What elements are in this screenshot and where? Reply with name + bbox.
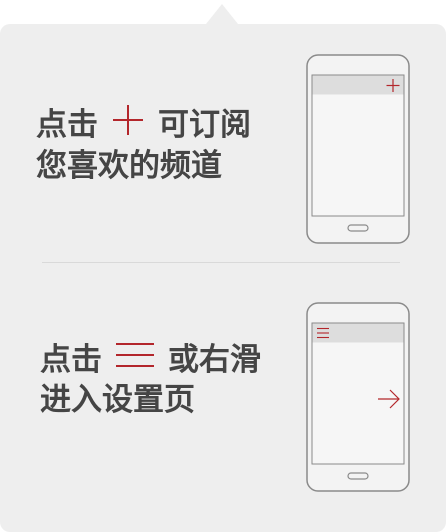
subscribe-tip: 点击 可订阅 您喜欢的频道	[36, 104, 251, 186]
divider	[42, 262, 400, 263]
settings-tip: 点击 或右滑 进入设置页	[40, 340, 261, 420]
settings-tip-prefix: 点击	[40, 342, 102, 378]
subscribe-tip-suffix: 可订阅	[158, 107, 251, 143]
subscribe-tip-line2: 您喜欢的频道	[36, 148, 222, 184]
tooltip-pointer	[206, 4, 238, 24]
hamburger-menu-icon	[116, 340, 154, 380]
plus-icon	[112, 104, 144, 146]
subscribe-tip-prefix: 点击	[36, 107, 98, 143]
phone-illustration-settings	[306, 302, 410, 492]
settings-tip-suffix: 或右滑	[168, 342, 261, 378]
settings-tip-line2: 进入设置页	[40, 382, 195, 418]
phone-illustration-subscribe	[306, 54, 410, 244]
